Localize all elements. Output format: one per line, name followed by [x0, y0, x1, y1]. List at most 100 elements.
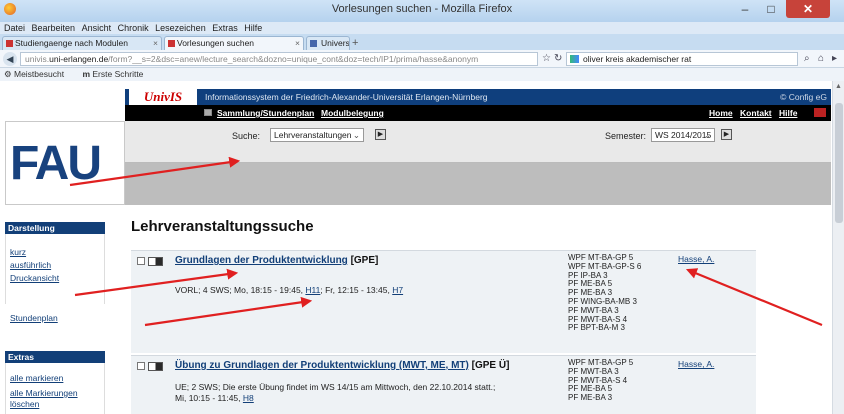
room-link[interactable]: H7	[392, 285, 403, 295]
sidebar-link-alle-markieren[interactable]: alle markieren	[10, 373, 63, 384]
search-type-select[interactable]: Lehrveranstaltungen ⌄	[270, 128, 364, 142]
course-type-icon[interactable]	[148, 362, 163, 371]
tab-studiengaenge[interactable]: Studiengaenge nach Modulen ×	[2, 36, 162, 50]
menu-datei[interactable]: Datei	[4, 22, 25, 34]
url-path: /form?__s=2&dsc=anew/lecture_search&dozn…	[108, 54, 479, 64]
menu-lesezeichen[interactable]: Lesezeichen	[155, 22, 206, 34]
lecturer-link[interactable]: Hasse, A.	[678, 359, 714, 370]
chevron-down-icon: ⌄	[352, 130, 360, 140]
language-flag-icon[interactable]	[814, 108, 826, 117]
navigation-bar: ◀ univis.uni-erlangen.de/form?__s=2&dsc=…	[0, 50, 844, 68]
tab-close-icon[interactable]: ×	[153, 37, 158, 50]
room-link[interactable]: H8	[243, 393, 254, 403]
page-title: Lehrveranstaltungssuche	[131, 218, 314, 235]
search-go-button[interactable]: ▶	[375, 129, 386, 140]
window-titlebar: Vorlesungen suchen - Mozilla Firefox – □…	[0, 0, 844, 22]
fau-logo[interactable]: FAU	[10, 136, 120, 192]
scroll-up-icon[interactable]: ▲	[835, 83, 842, 90]
url-field[interactable]: univis.uni-erlangen.de/form?__s=2&dsc=an…	[20, 52, 538, 66]
new-tab-button[interactable]: +	[352, 37, 358, 49]
page-scrollbar[interactable]: ▲	[832, 81, 844, 414]
course-title-link[interactable]: Übung zu Grundlagen der Produktentwicklu…	[175, 360, 469, 371]
nav-hilfe[interactable]: Hilfe	[779, 107, 797, 119]
menu-bearbeiten[interactable]: Bearbeiten	[32, 22, 76, 34]
menu-chronik[interactable]: Chronik	[118, 22, 149, 34]
course-abbr: [GPE Ü]	[471, 360, 510, 371]
sidebar-link-ausfuehrlich[interactable]: ausführlich	[10, 260, 51, 271]
menu-extras[interactable]: Extras	[212, 22, 238, 34]
chevron-down-icon: ⌄	[703, 130, 711, 140]
window-title: Vorlesungen suchen - Mozilla Firefox	[331, 3, 513, 15]
lecturer-link[interactable]: Hasse, A.	[678, 254, 714, 265]
bookmark-meistbesucht[interactable]: ⚙ Meistbesucht	[4, 69, 72, 79]
course-schedule-2: ; Fr, 12:15 - 13:45,	[320, 285, 390, 295]
uni-favicon-icon	[310, 40, 317, 47]
course-type-icon[interactable]	[148, 257, 163, 266]
semester-go-button[interactable]: ▶	[721, 129, 732, 140]
menu-bar: Datei Bearbeiten Ansicht Chronik Lesezei…	[0, 22, 844, 34]
sidebar-link-kurz[interactable]: kurz	[10, 247, 26, 258]
tab-close-icon[interactable]: ×	[295, 37, 300, 50]
im-logo-icon: m	[82, 69, 91, 79]
course-schedule: UE; 2 SWS; Die erste Übung findet im WS …	[175, 382, 496, 403]
module-list: WPF MT-BA-GP 5 WPF MT-BA-GP-S 6 PF IP-BA…	[568, 253, 641, 333]
search-field[interactable]: oliver kreis akademischer rat	[566, 52, 798, 66]
header-strip	[125, 163, 831, 205]
scroll-thumb[interactable]	[835, 103, 843, 223]
search-type-value: Lehrveranstaltungen	[274, 130, 352, 140]
bookmark-label: Erste Schritte	[92, 69, 144, 79]
univis-favicon-icon	[6, 40, 13, 47]
sidebar-link-loeschen[interactable]: löschen	[10, 399, 39, 410]
page-content: UnivIS Informationssystem der Friedrich-…	[0, 81, 844, 414]
course-checkbox[interactable]	[137, 362, 145, 370]
menu-ansicht[interactable]: Ansicht	[82, 22, 112, 34]
nav-modulbelegung[interactable]: Modulbelegung	[321, 107, 384, 119]
course-title-link[interactable]: Grundlagen der Produktentwicklung	[175, 255, 348, 266]
course-title: Grundlagen der Produktentwicklung [GPE]	[175, 255, 378, 267]
fau-logo-panel: FAU	[5, 121, 125, 205]
nav-home[interactable]: Home	[709, 107, 733, 119]
tab-vorlesungen[interactable]: Vorlesungen suchen ×	[164, 36, 304, 50]
sidebar-extras-title: Extras	[5, 351, 105, 363]
search-row: Suche: Lehrveranstaltungen ⌄ ▶ Semester:…	[125, 121, 831, 163]
sidebar-link-druckansicht[interactable]: Druckansicht	[10, 273, 59, 284]
grid-icon	[204, 109, 212, 116]
course-details: VORL; 4 SWS; Mo, 18:15 - 19:45, H11; Fr,…	[175, 285, 505, 296]
home-icon[interactable]: ⌂	[818, 53, 824, 64]
star-icon[interactable]: ☆	[542, 53, 551, 64]
minimize-button[interactable]: –	[732, 0, 758, 18]
semester-value: WS 2014/2015	[655, 130, 712, 140]
nav-sammlung[interactable]: Sammlung/Stundenplan	[217, 107, 314, 119]
nav-kontakt[interactable]: Kontakt	[740, 107, 772, 119]
semester-select[interactable]: WS 2014/2015 ⌄	[651, 128, 715, 142]
bookmark-label: Meistbesucht	[13, 69, 65, 79]
reload-icon[interactable]: ↻	[554, 53, 562, 64]
tab-universitaet[interactable]: Universität Erlangen-Nürnber...	[306, 36, 350, 50]
addon-icon[interactable]: ▸	[832, 53, 837, 64]
sidebar-link-stundenplan[interactable]: Stundenplan	[10, 313, 58, 324]
sidebar-link-alle-markierungen[interactable]: alle Markierungen	[10, 388, 78, 399]
room-link[interactable]: H11	[305, 285, 320, 295]
course-row: Übung zu Grundlagen der Produktentwicklu…	[131, 355, 756, 414]
bookmark-erste-schritte[interactable]: m Erste Schritte	[82, 69, 151, 79]
url-prefix: univis.	[25, 54, 50, 64]
course-schedule: VORL; 4 SWS; Mo, 18:15 - 19:45,	[175, 285, 304, 295]
menu-hilfe[interactable]: Hilfe	[244, 22, 262, 34]
back-button[interactable]: ◀	[3, 52, 17, 66]
univis-logo[interactable]: UnivIS	[129, 89, 197, 105]
univis-header: UnivIS Informationssystem der Friedrich-…	[125, 89, 831, 105]
semester-label: Semester:	[605, 131, 647, 141]
tab-label: Vorlesungen suchen	[177, 38, 255, 48]
course-row: Grundlagen der Produktentwicklung [GPE] …	[131, 250, 756, 353]
close-button[interactable]: ✕	[786, 0, 830, 18]
search-engine-icon[interactable]	[570, 55, 579, 63]
config-credit: © Config eG	[780, 92, 827, 102]
course-checkbox[interactable]	[137, 257, 145, 265]
url-host: uni-erlangen.de	[49, 54, 109, 64]
search-icon[interactable]: ⌕	[804, 53, 810, 64]
bookmarks-bar: ⚙ Meistbesucht m Erste Schritte	[0, 68, 844, 81]
maximize-button[interactable]: □	[758, 0, 784, 18]
course-details: UE; 2 SWS; Die erste Übung findet im WS …	[175, 382, 505, 404]
univis-tagline: Informationssystem der Friedrich-Alexand…	[205, 92, 488, 102]
module-item: PF BPT-BA-M 3	[568, 323, 625, 333]
